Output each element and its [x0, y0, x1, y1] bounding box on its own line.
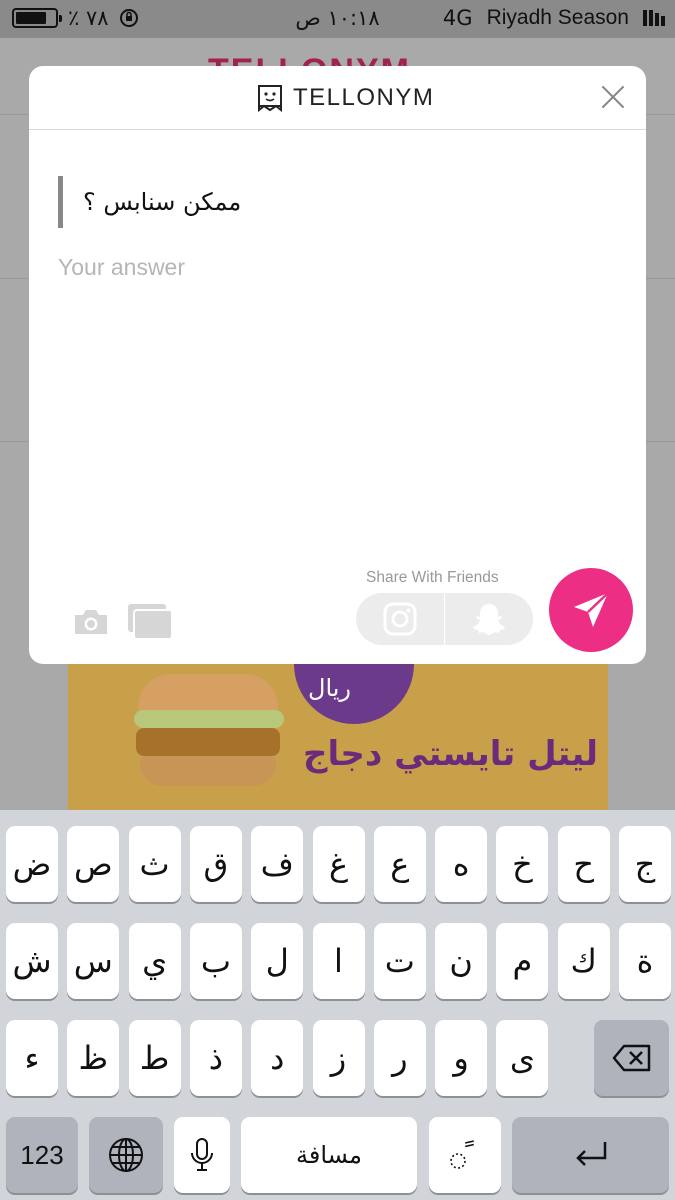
key-letter[interactable]: ع: [373, 826, 426, 902]
camera-icon[interactable]: [73, 608, 109, 636]
network-type: 4G: [442, 6, 473, 30]
answer-modal: TELLONYM ممكن سنابس ؟ Share With Friends: [29, 66, 646, 664]
ad-price-text: ريال: [308, 674, 352, 702]
share-label: Share With Friends: [366, 569, 499, 586]
key-letter[interactable]: ض: [6, 826, 58, 902]
key-letter[interactable]: ز: [312, 1020, 365, 1096]
key-letter[interactable]: د: [251, 1020, 304, 1096]
backspace-icon: [612, 1044, 650, 1072]
modal-header: TELLONYM: [29, 66, 646, 130]
status-time: ١٠:١٨ ص: [295, 6, 380, 30]
answer-input[interactable]: [58, 254, 618, 514]
key-letter[interactable]: ق: [189, 826, 242, 902]
numbers-key[interactable]: 123: [6, 1117, 78, 1193]
instagram-share-button[interactable]: [356, 593, 444, 645]
send-icon: [574, 592, 609, 627]
instagram-icon: [383, 602, 417, 636]
carrier-name: Riyadh Season: [486, 6, 629, 29]
key-letter[interactable]: ر: [373, 1020, 426, 1096]
key-letter[interactable]: ت: [373, 923, 426, 999]
snapchat-icon: [473, 604, 505, 635]
key-letter[interactable]: ه: [435, 826, 488, 902]
key-letter[interactable]: ا: [312, 923, 365, 999]
dictation-key[interactable]: [174, 1117, 230, 1193]
return-icon: [575, 1142, 606, 1166]
share-buttons: [356, 593, 533, 645]
key-letter[interactable]: ل: [251, 923, 304, 999]
key-letter[interactable]: خ: [496, 826, 549, 902]
burger-image: [103, 674, 309, 805]
gallery-icon[interactable]: [126, 602, 174, 642]
signal-strength-icon: [643, 10, 665, 26]
key-letter[interactable]: ث: [128, 826, 181, 902]
space-key[interactable]: مسافة: [241, 1117, 417, 1193]
key-letter[interactable]: ح: [557, 826, 610, 902]
key-letter[interactable]: ط: [128, 1020, 181, 1096]
language-globe-key[interactable]: [89, 1117, 163, 1193]
key-letter[interactable]: ي: [128, 923, 181, 999]
arabic-keyboard: ضصثقفغعهخحج شسيبلاتنمكة ءظطذدزروى 123 مس…: [0, 810, 675, 1200]
microphone-icon: [191, 1138, 213, 1171]
key-letter[interactable]: م: [496, 923, 549, 999]
return-key[interactable]: [512, 1117, 669, 1193]
key-letter[interactable]: غ: [312, 826, 365, 902]
key-letter[interactable]: ذ: [189, 1020, 242, 1096]
ad-banner[interactable]: ريال ليتل تايستي دجاج: [68, 664, 608, 814]
dotted-circle-icon: [450, 1153, 466, 1169]
key-letter[interactable]: ب: [189, 923, 242, 999]
diacritic-key[interactable]: ً: [429, 1117, 501, 1193]
key-letter[interactable]: ء: [6, 1020, 58, 1096]
close-icon[interactable]: [600, 84, 626, 110]
key-letter[interactable]: ة: [619, 923, 671, 999]
ad-headline: ليتل تايستي دجاج: [303, 734, 598, 774]
send-button[interactable]: [549, 568, 633, 652]
key-letter[interactable]: ن: [435, 923, 488, 999]
key-letter[interactable]: ظ: [67, 1020, 120, 1096]
key-letter[interactable]: ى: [496, 1020, 549, 1096]
key-letter[interactable]: و: [435, 1020, 488, 1096]
key-letter[interactable]: ف: [251, 826, 304, 902]
key-letter[interactable]: ش: [6, 923, 58, 999]
snapchat-share-button[interactable]: [445, 593, 533, 645]
modal-logo: TELLONYM: [257, 84, 434, 112]
key-letter[interactable]: ج: [619, 826, 671, 902]
tellonym-logo-icon: [258, 85, 282, 112]
key-letter[interactable]: س: [67, 923, 120, 999]
backspace-key[interactable]: [594, 1020, 669, 1096]
globe-icon: [109, 1138, 143, 1172]
key-letter[interactable]: ص: [67, 826, 120, 902]
modal-title: TELLONYM: [293, 84, 435, 111]
question-text: ممكن سنابس ؟: [58, 176, 241, 228]
status-bar: ٪ ٧٨ ١٠:١٨ ص 4G Riyadh Season: [0, 0, 675, 38]
key-letter[interactable]: ك: [557, 923, 610, 999]
